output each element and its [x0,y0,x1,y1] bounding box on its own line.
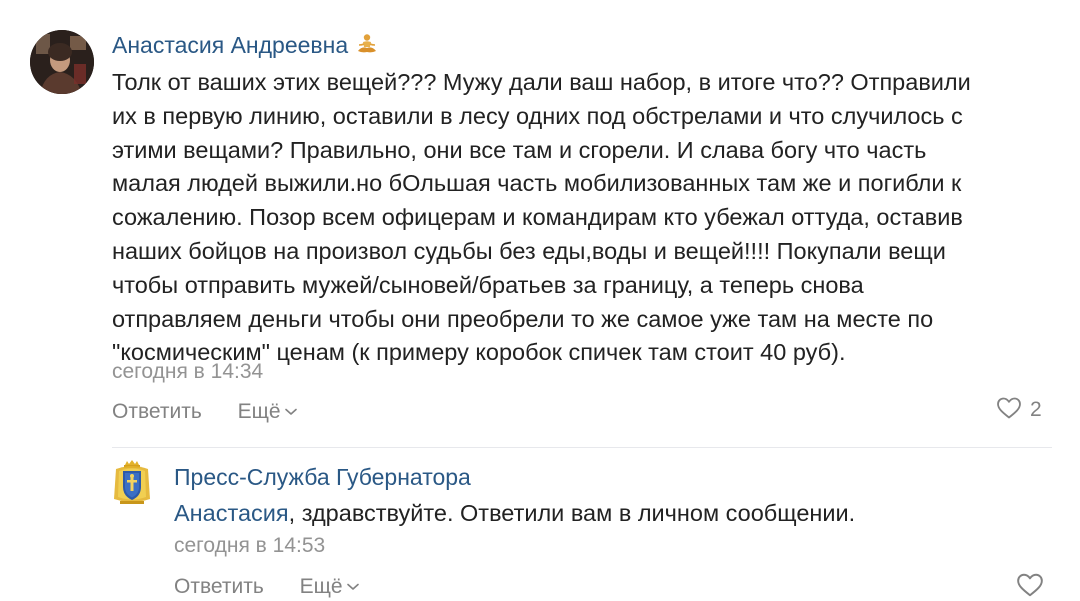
comments-page: Анастасия Андреевна Толк от ваших этих в… [0,0,1080,601]
heart-icon [996,396,1022,429]
like-button[interactable]: 2 [996,395,1042,425]
comment-text-line: отправляем деньги чтобы они преобрели то… [112,305,934,332]
reply-actions: Ответить Ещё [174,570,359,600]
comment-text-line: сожалению. Позор всем офицерам и команди… [112,204,963,231]
coat-of-arms-avatar[interactable] [108,459,156,507]
comment-text-line: Толк от ваших этих вещей??? Мужу дали ва… [112,69,971,95]
comment-text-line: чтобы отправить мужей/сыновей/братьев за… [112,271,864,298]
comment-text-line: этими вещами? Правильно, они все там и с… [112,136,927,163]
reply-button[interactable]: Ответить [174,572,264,601]
like-button[interactable] [1016,572,1044,598]
more-label: Ещё [299,575,343,598]
comment-text-line: наших бойцов на произвол судьбы без еды,… [112,237,946,264]
more-button[interactable]: Ещё [238,395,297,427]
comment-actions: Ответить Ещё [112,395,297,425]
comment-text: Толк от ваших этих вещей??? Мужу дали ва… [112,66,1042,370]
meditation-emoji-icon [356,32,378,62]
comment-author[interactable]: Анастасия Андреевна [112,30,378,62]
mention-link[interactable]: Анастасия [174,500,289,526]
more-label: Ещё [237,400,281,423]
like-count: 2 [1030,398,1042,421]
chevron-down-icon [284,395,297,425]
reply-timestamp[interactable]: сегодня в 14:53 [174,532,325,560]
user-avatar[interactable] [30,30,94,94]
reply-button[interactable]: Ответить [112,397,202,427]
author-name[interactable]: Анастасия Андреевна [112,32,348,58]
comment-text-line: малая людей выжили.но бОльшая часть моби… [112,170,962,197]
chevron-down-icon [346,570,359,600]
reply-text: Анастасия, здравствуйте. Ответили вам в … [174,497,855,529]
comment-text-line: их в первую линию, оставили в лесу одних… [112,102,963,129]
more-button[interactable]: Ещё [300,570,359,601]
reply-author[interactable]: Пресс-Служба Губернатора [174,462,471,492]
comment-timestamp[interactable]: сегодня в 14:34 [112,358,263,386]
divider [112,447,1052,448]
heart-icon [1016,573,1044,601]
reply-text-body: , здравствуйте. Ответили вам в личном со… [288,500,856,526]
